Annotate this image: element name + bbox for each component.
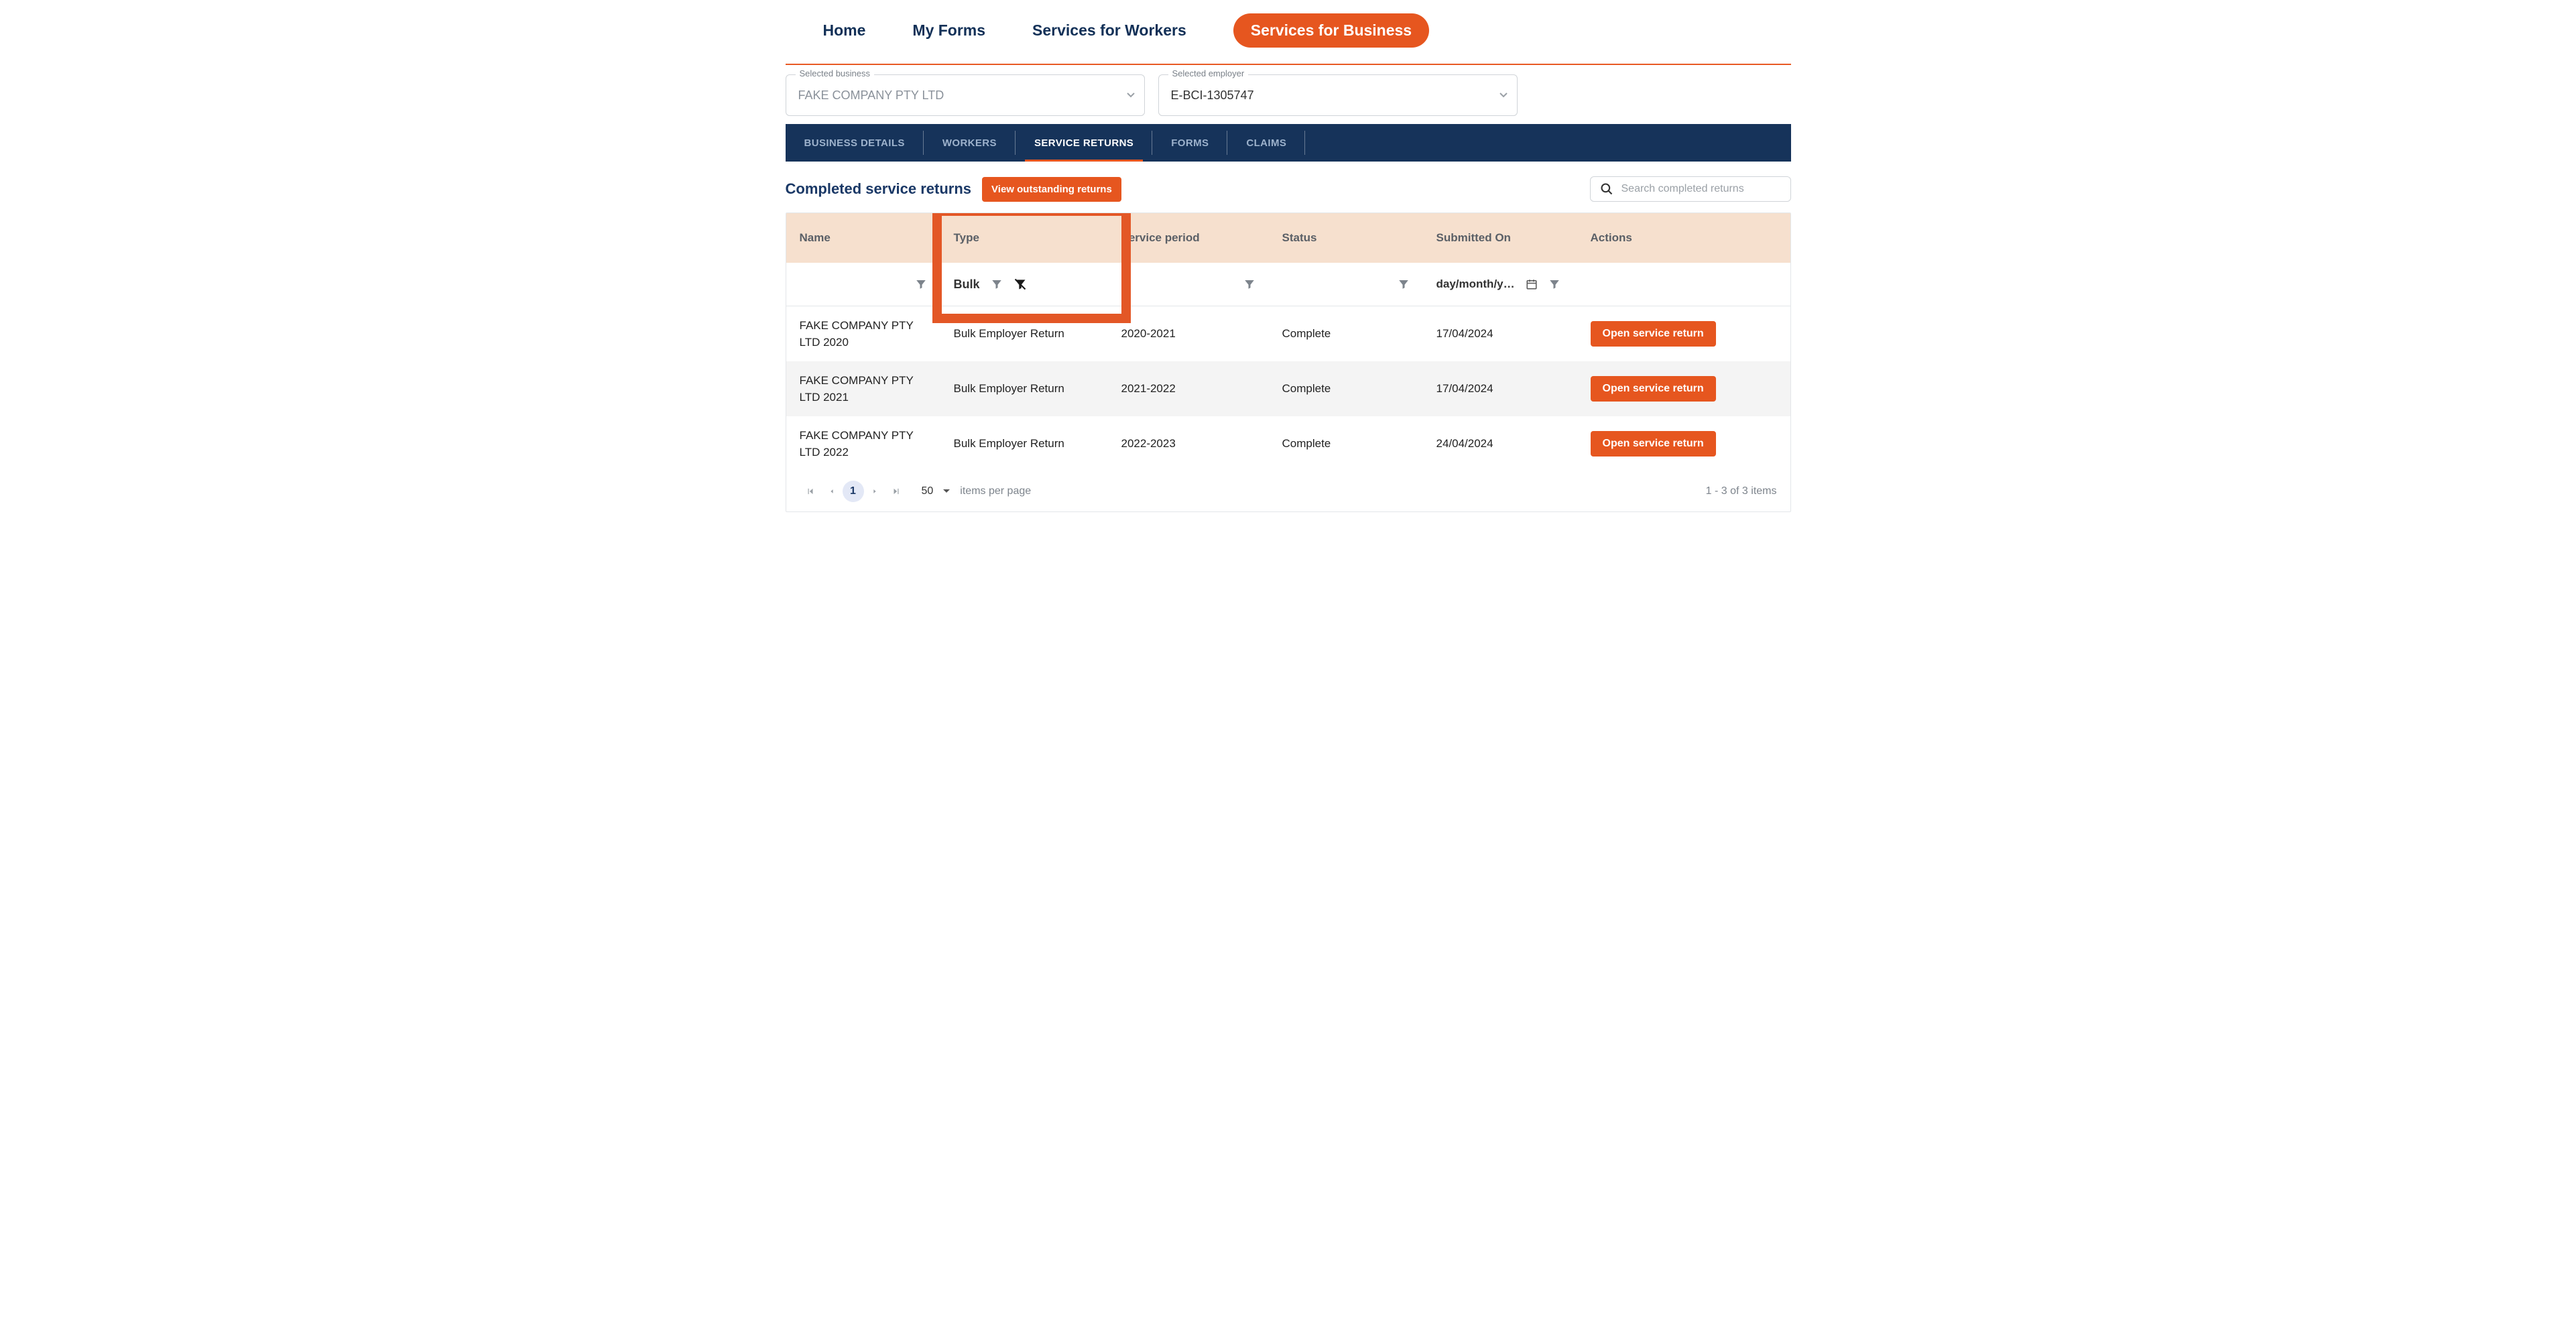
filter-icon[interactable] — [1243, 278, 1255, 290]
table-footer: 1 50 items per page 1 - 3 of 3 items — [786, 471, 1790, 511]
cell-status: Complete — [1269, 382, 1423, 396]
view-outstanding-button[interactable]: View outstanding returns — [982, 177, 1121, 202]
table-row: FAKE COMPANY PTY LTD 2020 Bulk Employer … — [786, 306, 1790, 361]
cell-period: 2022-2023 — [1108, 437, 1269, 450]
per-page-label: items per page — [960, 485, 1031, 497]
completed-returns-table: Name Type Service period Status Submitte… — [786, 212, 1791, 512]
date-filter-placeholder[interactable]: day/month/y… — [1436, 278, 1515, 291]
cell-period: 2021-2022 — [1108, 382, 1269, 396]
tab-claims[interactable]: CLAIMS — [1227, 124, 1305, 162]
filter-icon[interactable] — [915, 278, 927, 290]
selectors-row: Selected business FAKE COMPANY PTY LTD S… — [786, 74, 1791, 116]
col-name[interactable]: Name — [786, 231, 940, 245]
col-period[interactable]: Service period — [1108, 231, 1269, 245]
col-type[interactable]: Type — [940, 231, 1108, 245]
cell-type: Bulk Employer Return — [940, 437, 1108, 450]
chevron-down-icon — [1499, 93, 1508, 98]
cell-name: FAKE COMPANY PTY LTD 2020 — [786, 308, 940, 361]
chevron-down-icon — [1127, 93, 1135, 98]
pager-first-icon[interactable] — [800, 481, 821, 502]
title-row: Completed service returns View outstandi… — [786, 176, 1791, 202]
top-divider — [786, 64, 1791, 65]
cell-status: Complete — [1269, 327, 1423, 341]
col-submitted[interactable]: Submitted On — [1423, 231, 1577, 245]
pager-last-icon[interactable] — [885, 481, 907, 502]
search-box[interactable] — [1590, 176, 1791, 202]
search-input[interactable] — [1620, 182, 1781, 196]
filter-icon[interactable] — [1548, 278, 1560, 290]
selected-business-label: Selected business — [796, 68, 875, 78]
cell-type: Bulk Employer Return — [940, 327, 1108, 341]
tab-business-details[interactable]: BUSINESS DETAILS — [786, 124, 924, 162]
item-count-label: 1 - 3 of 3 items — [1706, 485, 1777, 497]
cell-submitted: 17/04/2024 — [1423, 382, 1577, 396]
chevron-down-icon[interactable] — [942, 489, 950, 494]
nav-services-business[interactable]: Services for Business — [1233, 13, 1429, 48]
table-row: FAKE COMPANY PTY LTD 2022 Bulk Employer … — [786, 416, 1790, 471]
type-filter-value[interactable]: Bulk — [954, 278, 980, 292]
table-header-row: Name Type Service period Status Submitte… — [786, 213, 1790, 263]
page-size-value[interactable]: 50 — [922, 485, 934, 497]
pager-next-icon[interactable] — [864, 481, 885, 502]
table-filter-row: Bulk day/month/y… — [786, 263, 1790, 306]
nav-my-forms[interactable]: My Forms — [912, 21, 985, 40]
filter-icon[interactable] — [1398, 278, 1410, 290]
page-title: Completed service returns — [786, 180, 972, 198]
clear-filter-icon[interactable] — [1014, 278, 1027, 291]
selected-employer-label: Selected employer — [1168, 68, 1249, 78]
selected-business-dropdown[interactable]: Selected business FAKE COMPANY PTY LTD — [786, 74, 1145, 116]
tab-workers[interactable]: WORKERS — [924, 124, 1016, 162]
table-row: FAKE COMPANY PTY LTD 2021 Bulk Employer … — [786, 361, 1790, 416]
nav-services-workers[interactable]: Services for Workers — [1032, 21, 1186, 40]
section-tabs: BUSINESS DETAILS WORKERS SERVICE RETURNS… — [786, 124, 1791, 162]
open-service-return-button[interactable]: Open service return — [1591, 321, 1716, 347]
cell-name: FAKE COMPANY PTY LTD 2022 — [786, 418, 940, 471]
col-actions: Actions — [1577, 231, 1790, 245]
selected-business-value: FAKE COMPANY PTY LTD — [798, 88, 944, 103]
cell-submitted: 24/04/2024 — [1423, 437, 1577, 450]
selected-employer-value: E-BCI-1305747 — [1171, 88, 1254, 103]
filter-icon[interactable] — [991, 278, 1003, 290]
cell-type: Bulk Employer Return — [940, 382, 1108, 396]
open-service-return-button[interactable]: Open service return — [1591, 431, 1716, 457]
col-status[interactable]: Status — [1269, 231, 1423, 245]
selected-employer-dropdown[interactable]: Selected employer E-BCI-1305747 — [1158, 74, 1518, 116]
nav-home[interactable]: Home — [823, 21, 866, 40]
cell-period: 2020-2021 — [1108, 327, 1269, 341]
pager-prev-icon[interactable] — [821, 481, 843, 502]
cell-submitted: 17/04/2024 — [1423, 327, 1577, 341]
tab-forms[interactable]: FORMS — [1152, 124, 1227, 162]
tab-service-returns[interactable]: SERVICE RETURNS — [1016, 124, 1152, 162]
cell-name: FAKE COMPANY PTY LTD 2021 — [786, 363, 940, 416]
open-service-return-button[interactable]: Open service return — [1591, 376, 1716, 402]
cell-status: Complete — [1269, 437, 1423, 450]
search-icon — [1600, 182, 1613, 196]
top-nav: Home My Forms Services for Workers Servi… — [786, 0, 1791, 64]
pager-current-page[interactable]: 1 — [843, 481, 864, 502]
calendar-icon[interactable] — [1526, 278, 1538, 290]
